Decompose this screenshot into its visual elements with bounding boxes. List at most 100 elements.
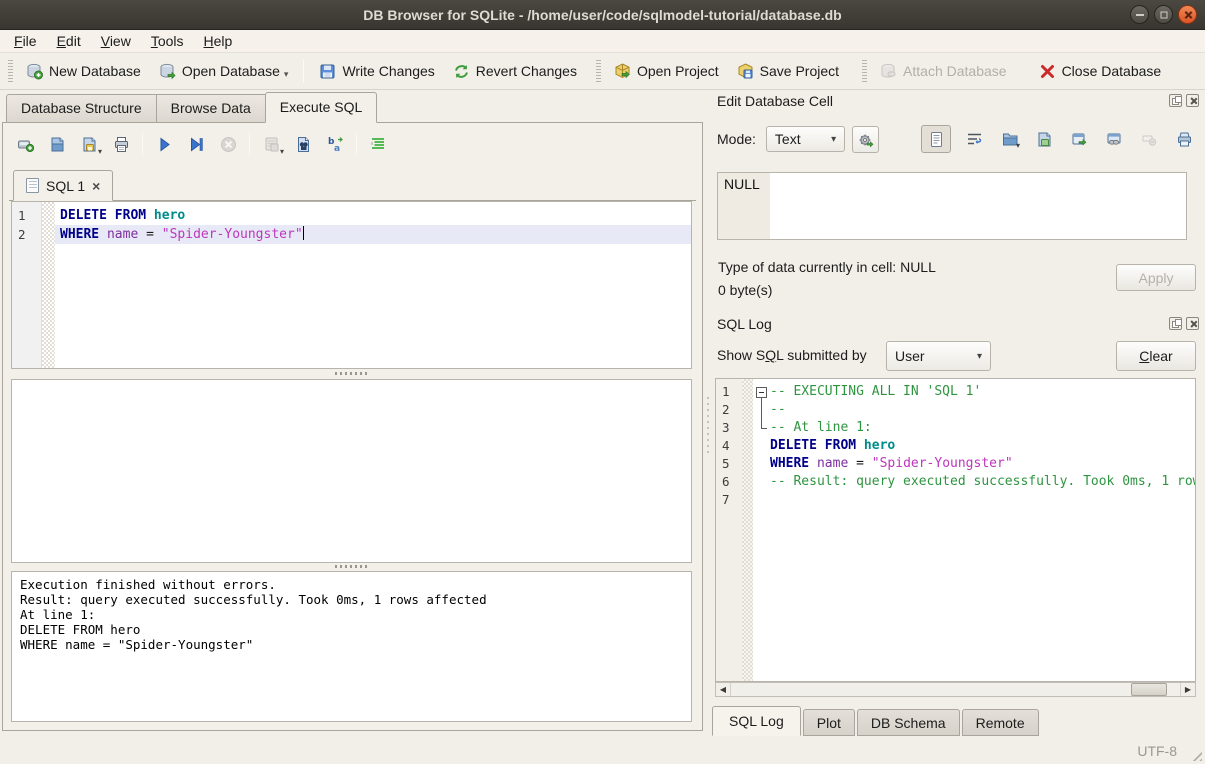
scroll-left-icon[interactable]: ◀: [716, 683, 731, 696]
close-dock-icon[interactable]: [1186, 94, 1199, 107]
menu-view[interactable]: View: [91, 31, 141, 51]
editor-results-splitter[interactable]: [11, 370, 692, 377]
save-results-button[interactable]: ▾: [257, 131, 285, 157]
tab-sql-log[interactable]: SQL Log: [712, 706, 801, 736]
mode-combobox[interactable]: Text ▾: [766, 126, 845, 152]
new-sql-tab-button[interactable]: [11, 131, 39, 157]
attach-database-button[interactable]: Attach Database: [871, 58, 1016, 85]
clear-log-button[interactable]: Clear: [1116, 341, 1196, 371]
stop-execution-button[interactable]: [214, 131, 242, 157]
open-project-button[interactable]: Open Project: [605, 58, 728, 85]
minimize-button[interactable]: [1130, 5, 1149, 24]
scroll-right-icon[interactable]: ▶: [1180, 683, 1195, 696]
save-dropdown-icon[interactable]: ▾: [98, 147, 102, 156]
right-dock-area: Edit Database Cell Mode: Text ▾: [712, 90, 1205, 735]
open-database-button[interactable]: Open Database ▾: [150, 58, 298, 85]
revert-changes-button[interactable]: Revert Changes: [444, 58, 586, 85]
open-sql-file-button[interactable]: [43, 131, 71, 157]
open-file-icon: [49, 136, 66, 153]
editor-line-2-current: WHERE name = "Spider-Youngster": [55, 225, 691, 244]
sql-toolbar-separator: [249, 133, 250, 155]
text-mode-toggle[interactable]: [921, 125, 951, 153]
menu-help[interactable]: Help: [194, 31, 243, 51]
cell-value-editor[interactable]: NULL: [717, 172, 1187, 240]
edit-cell-dock-buttons: [1169, 94, 1199, 107]
print-sql-button[interactable]: [107, 131, 135, 157]
save-project-button[interactable]: Save Project: [728, 58, 848, 85]
sql-tab[interactable]: SQL 1 ×: [13, 170, 113, 201]
close-database-button[interactable]: Close Database: [1030, 58, 1171, 85]
encoding-indicator: UTF-8: [1137, 743, 1177, 759]
new-database-label: New Database: [49, 63, 141, 79]
format-sql-button[interactable]: [364, 131, 392, 157]
new-database-icon: [26, 63, 43, 80]
print-cell-button[interactable]: [1172, 127, 1196, 151]
log-filter-combobox[interactable]: User ▾: [886, 341, 991, 371]
word-wrap-button[interactable]: [962, 127, 986, 151]
toolbar-handle[interactable]: [8, 60, 13, 82]
toolbar-handle[interactable]: [596, 60, 601, 82]
sql-tab-close-icon[interactable]: ×: [92, 178, 100, 194]
open-database-dropdown-icon[interactable]: ▾: [284, 69, 289, 80]
log-fold-margin: [742, 379, 753, 681]
export-cell-data-button[interactable]: [1032, 127, 1056, 151]
cell-type-info: Type of data currently in cell: NULL: [718, 259, 936, 275]
tab-plot[interactable]: Plot: [803, 709, 855, 736]
save-sql-file-button[interactable]: ▾: [75, 131, 103, 157]
line-number: 1: [12, 206, 41, 225]
close-database-icon: [1039, 63, 1056, 80]
save-project-icon: [737, 63, 754, 80]
log-horizontal-scrollbar[interactable]: ◀ ▶: [715, 682, 1196, 697]
stop-icon: [220, 136, 237, 153]
resize-grip[interactable]: [1189, 748, 1202, 761]
fold-marker-icon[interactable]: [753, 383, 770, 401]
link-data-button[interactable]: [1102, 127, 1126, 151]
new-database-button[interactable]: New Database: [17, 58, 150, 85]
save-results-dropdown-icon[interactable]: ▾: [280, 147, 284, 156]
write-changes-button[interactable]: Write Changes: [310, 58, 443, 85]
execute-line-button[interactable]: [182, 131, 210, 157]
results-table[interactable]: [11, 379, 692, 563]
scrollbar-track[interactable]: [731, 683, 1180, 696]
revert-changes-icon: [453, 63, 470, 80]
import-cell-data-button[interactable]: ▾: [997, 127, 1021, 151]
toolbar-handle[interactable]: [862, 60, 867, 82]
import-dropdown-icon[interactable]: ▾: [1016, 141, 1020, 150]
tab-db-schema[interactable]: DB Schema: [857, 709, 960, 736]
apply-button[interactable]: Apply: [1116, 264, 1196, 291]
maximize-button[interactable]: [1154, 5, 1173, 24]
sql-editor[interactable]: 1 2 DELETE FROM hero WHERE name = "Spide…: [11, 201, 692, 369]
set-null-button[interactable]: [1137, 127, 1161, 151]
tab-browse-data[interactable]: Browse Data: [156, 94, 265, 123]
cell-editor-icons: ▾: [921, 125, 1196, 153]
find-replace-button[interactable]: ba: [321, 131, 349, 157]
fold-marker-icon: [753, 401, 770, 419]
results-message-splitter[interactable]: [11, 563, 692, 570]
save-results-icon: [263, 136, 280, 153]
execute-icon: [156, 136, 173, 153]
execution-message-panel[interactable]: Execution finished without errors. Resul…: [11, 571, 692, 722]
editor-text-area[interactable]: DELETE FROM hero WHERE name = "Spider-Yo…: [55, 202, 691, 368]
sql-log-view[interactable]: 1 2 3 4 5 6 7 -- EXECUTING ALL IN 'SQL 1…: [715, 378, 1196, 682]
tab-database-structure[interactable]: Database Structure: [6, 94, 156, 123]
menu-file[interactable]: File: [4, 31, 47, 51]
float-dock-icon[interactable]: [1169, 317, 1182, 330]
scrollbar-thumb[interactable]: [1131, 683, 1167, 696]
open-in-external-button[interactable]: [1067, 127, 1091, 151]
execute-all-button[interactable]: [150, 131, 178, 157]
message-line: DELETE FROM hero: [20, 622, 683, 637]
close-button[interactable]: [1178, 5, 1197, 24]
cell-size-info: 0 byte(s): [718, 282, 772, 298]
float-dock-icon[interactable]: [1169, 94, 1182, 107]
close-dock-icon[interactable]: [1186, 317, 1199, 330]
find-button[interactable]: [289, 131, 317, 157]
tab-execute-sql[interactable]: Execute SQL: [265, 92, 378, 123]
log-line-7: [753, 491, 1195, 509]
menu-edit[interactable]: Edit: [47, 31, 91, 51]
menu-tools[interactable]: Tools: [141, 31, 194, 51]
line-number: 2: [716, 401, 742, 419]
panes-splitter[interactable]: [704, 122, 712, 731]
auto-format-button[interactable]: [852, 126, 879, 153]
mode-value: Text: [775, 131, 801, 147]
tab-remote[interactable]: Remote: [962, 709, 1039, 736]
